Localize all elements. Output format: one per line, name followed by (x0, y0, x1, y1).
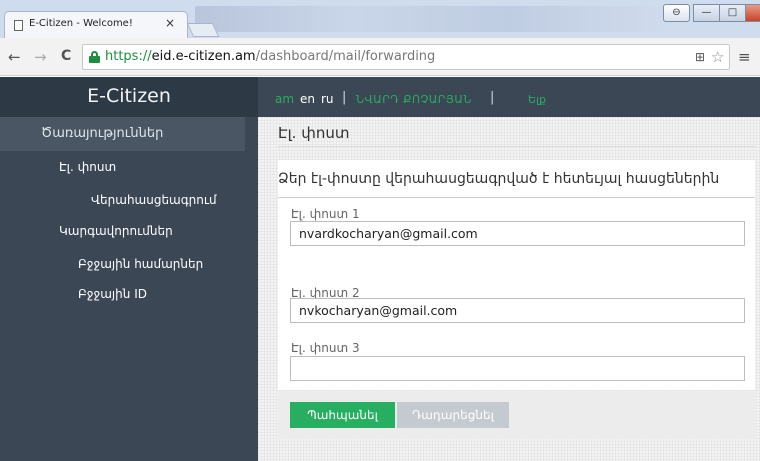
lang-am-link[interactable]: am (275, 92, 294, 106)
user-name-link[interactable]: ՆՎԱՐԴ ՔՈՉԱՐՅԱՆ (356, 93, 472, 106)
browser-tab[interactable]: E-Citizen - Welcome! × (4, 11, 188, 39)
blurred-background-tabs (195, 6, 665, 32)
sidebar-item-mobile-numbers[interactable]: Բջջային համարներ (78, 257, 203, 271)
url-text: https://eid.e-citizen.am/dashboard/mail/… (105, 49, 436, 64)
email-2-input[interactable] (290, 298, 745, 323)
browser-toolbar: ← → C https://eid.e-citizen.am/dashboard… (0, 38, 760, 76)
top-navbar: am en ru | ՆՎԱՐԴ ՔՈՉԱՐՅԱՆ | Ելք (258, 77, 760, 117)
panel-heading: Ձեր էլ-փոստը վերահասցեագրված է հետեւյալ … (278, 171, 720, 187)
window-titlebar: E-Citizen - Welcome! × ⊖ — □ x (0, 0, 760, 39)
tab-close-icon[interactable]: × (165, 16, 175, 30)
reload-icon[interactable]: C (61, 48, 71, 64)
save-button[interactable]: Պահպանել (290, 402, 395, 428)
brand-logo[interactable]: E-Citizen (0, 77, 258, 117)
window-controls: ⊖ — □ x (663, 4, 760, 22)
sidebar-item-forwarding[interactable]: Վերահասցեագրում (91, 193, 217, 207)
page-icon (14, 20, 23, 31)
sidebar-item-mobile-id[interactable]: Բջջային ID (78, 287, 147, 301)
sidebar-item-settings[interactable]: Կարգավորումներ (59, 224, 173, 238)
stop-forwarding-button[interactable]: Դադարեցնել (397, 402, 509, 428)
user-profile-icon[interactable]: ⊖ (663, 4, 690, 22)
sidebar: E-Citizen Ծառայություններ Էլ. փոստ Վերահ… (0, 77, 258, 461)
email-3-input[interactable] (290, 356, 745, 381)
separator: | (342, 90, 347, 105)
page-title: Էլ. փոստ (278, 124, 350, 142)
address-bar[interactable]: https://eid.e-citizen.am/dashboard/mail/… (82, 44, 730, 70)
lang-en-link[interactable]: en (300, 92, 315, 106)
sidebar-item-email[interactable]: Էլ. փոստ (59, 160, 116, 174)
close-window-button[interactable]: x (745, 4, 760, 22)
sidebar-section-services[interactable]: Ծառայություններ (0, 117, 245, 151)
lang-ru-link[interactable]: ru (321, 92, 334, 106)
forward-arrow-icon[interactable]: → (34, 48, 47, 66)
logout-link[interactable]: Ելք (528, 93, 546, 106)
separator: | (490, 90, 495, 105)
divider (278, 197, 755, 198)
bookmark-star-icon[interactable]: ☆ (711, 48, 724, 66)
maximize-button[interactable]: □ (719, 4, 746, 22)
browser-menu-icon[interactable]: ≡ (738, 48, 751, 66)
email-1-input[interactable] (290, 221, 745, 246)
translate-icon[interactable]: ⊞ (695, 50, 705, 64)
minimize-button[interactable]: — (693, 4, 720, 22)
tab-title: E-Citizen - Welcome! (29, 18, 133, 29)
lock-icon (89, 51, 100, 63)
back-arrow-icon[interactable]: ← (8, 48, 21, 66)
email-1-label: Էլ. փոստ 1 (291, 207, 360, 221)
email-3-label: Էլ. փոստ 3 (291, 341, 360, 355)
divider (278, 146, 755, 147)
